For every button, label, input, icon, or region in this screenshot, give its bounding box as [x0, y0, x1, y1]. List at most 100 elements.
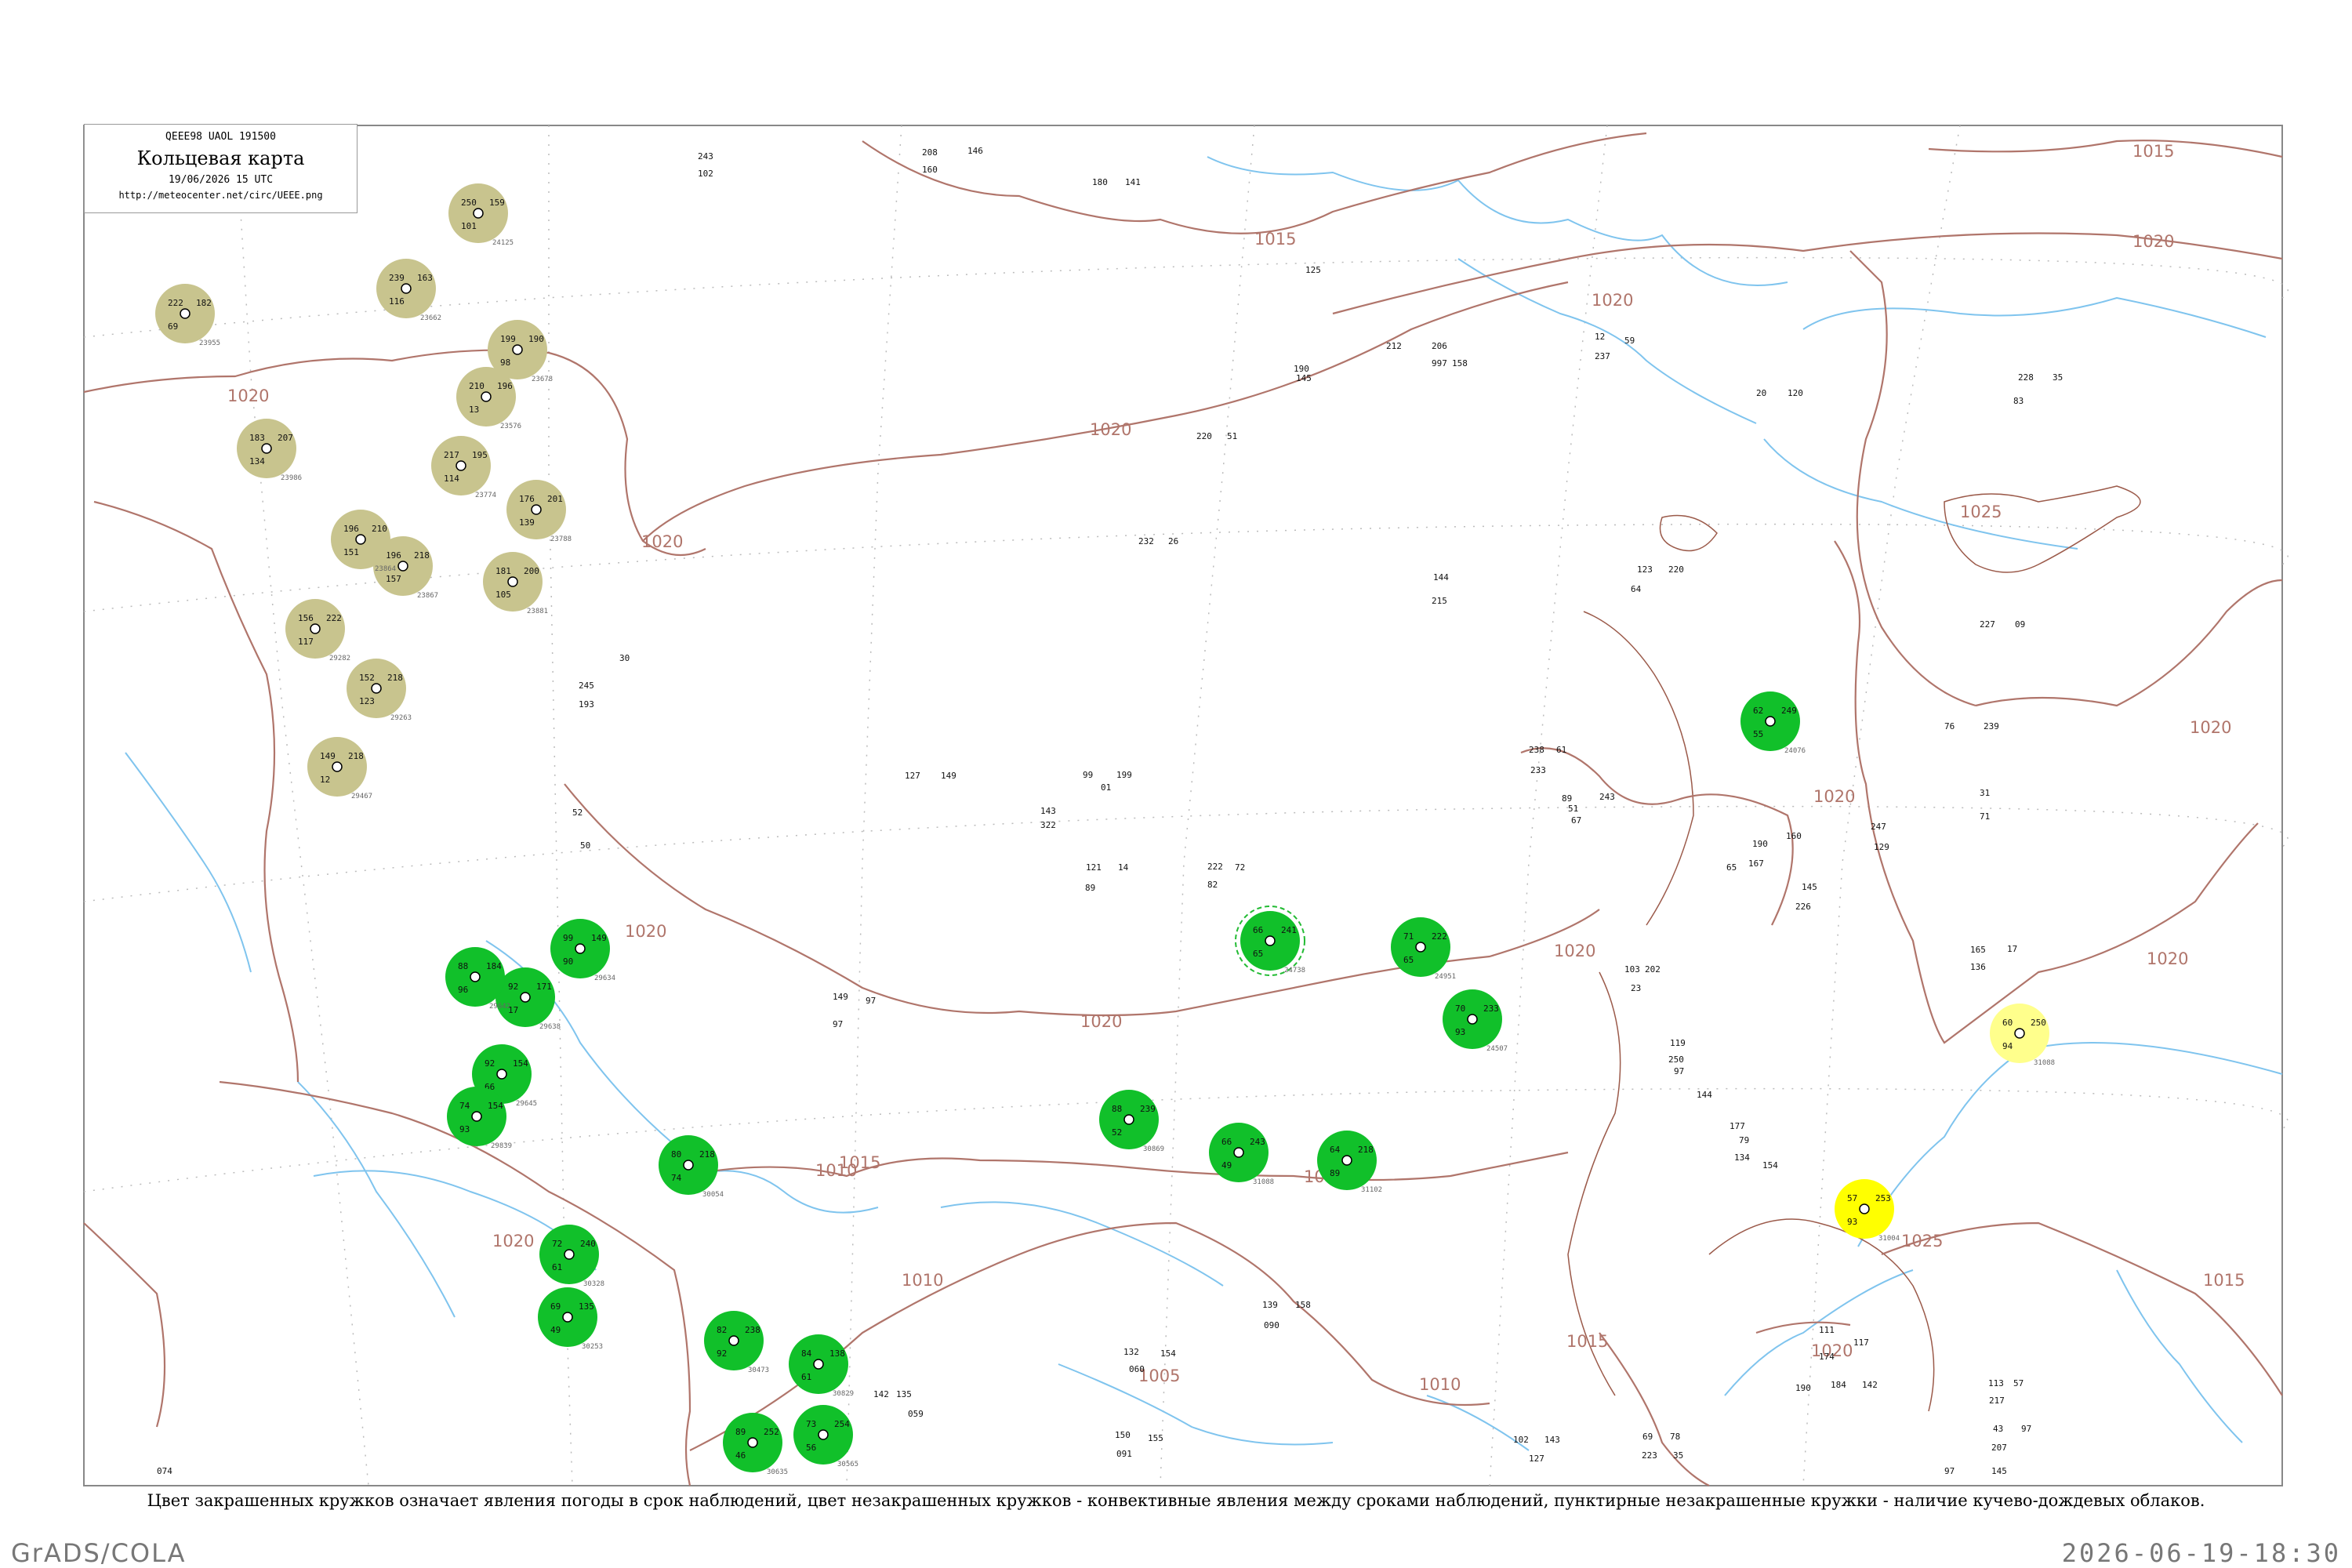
station-marker — [1467, 1014, 1478, 1025]
station-number: 145 — [1296, 373, 1312, 383]
station-number: 143 — [1544, 1435, 1560, 1445]
station-number: 123 — [1637, 564, 1653, 575]
station-number: 129 — [1874, 842, 1889, 852]
station-marker — [562, 1312, 573, 1323]
station-code: 29282 — [329, 655, 350, 662]
station-code: 31088 — [2034, 1059, 2055, 1067]
station-number: 119 — [1670, 1038, 1686, 1048]
isobar-label: 1010 — [902, 1271, 943, 1290]
station-marker — [481, 391, 492, 402]
isobar-label: 1020 — [2147, 949, 2188, 968]
station-value: 84 — [801, 1348, 812, 1359]
station-value: 92 — [717, 1348, 727, 1359]
station-marker — [520, 992, 531, 1003]
station-value: 218 — [1358, 1145, 1374, 1155]
rivers — [125, 156, 2283, 1451]
station-marker — [683, 1160, 694, 1171]
station-number: 69 — [1642, 1432, 1653, 1442]
station-value: 74 — [459, 1101, 470, 1111]
isobar-label: 1015 — [1566, 1332, 1608, 1351]
station-number: 31 — [1980, 788, 1990, 798]
station-value: 184 — [486, 961, 502, 971]
station-code: 29467 — [351, 793, 372, 800]
weather-map: 1015 1015 1020 1020 1020 1020 1020 1020 … — [83, 125, 2288, 1486]
station-marker — [355, 534, 366, 545]
station-number: 250 — [1668, 1054, 1684, 1065]
station-marker — [507, 576, 518, 587]
station-number: 232 — [1138, 536, 1154, 546]
station-number: 113 — [1988, 1378, 2004, 1388]
station-value: 139 — [519, 517, 535, 528]
station-marker — [180, 308, 191, 319]
source-url[interactable]: http://meteocenter.net/circ/UEEE.png — [85, 190, 357, 201]
station-code: 24507 — [1486, 1045, 1508, 1053]
stations-layer: 250 15910124125239 16311623662199 190982367… — [155, 183, 2055, 1476]
station-number: 97 — [2021, 1424, 2031, 1434]
map-datetime: 19/06/2026 15 UTC — [168, 174, 274, 186]
station-29638: 92 1711729638 — [495, 967, 561, 1031]
station-value: 90 — [563, 956, 573, 967]
station-marker — [728, 1335, 739, 1346]
station-value: 101 — [461, 221, 477, 231]
station-number: 247 — [1871, 822, 1886, 832]
station-number: 060 — [1129, 1364, 1145, 1374]
station-value: 163 — [417, 273, 433, 283]
station-value: 71 — [1403, 931, 1414, 942]
station-number: 146 — [967, 146, 983, 156]
station-value: 80 — [671, 1149, 681, 1160]
station-number: 20 — [1756, 388, 1766, 398]
station-value: 195 — [472, 450, 488, 460]
station-30328: 72 240 61 30328 — [539, 1225, 604, 1288]
station-code: 24951 — [1435, 973, 1456, 981]
station-code: 30253 — [582, 1343, 603, 1351]
station-value: 217 — [444, 450, 459, 460]
station-value: 157 — [386, 574, 401, 584]
station-number: 139 — [1262, 1300, 1278, 1310]
station-value: 218 — [348, 751, 364, 761]
station-value: 70 — [1455, 1004, 1465, 1014]
station-number: 78 — [1670, 1432, 1680, 1442]
station-number: 199 — [1116, 770, 1132, 780]
station-24951: 71 222 65 24951 — [1391, 917, 1456, 981]
station-value: 89 — [1330, 1168, 1340, 1178]
station-marker — [1765, 716, 1776, 727]
station-code: 23576 — [500, 423, 521, 430]
station-number: 145 — [1802, 882, 1817, 892]
station-value: 238 — [745, 1325, 760, 1335]
coastline — [1567, 485, 2141, 1412]
map-frame — [83, 125, 2283, 1486]
station-number: 83 — [2013, 396, 2024, 406]
station-code: 31088 — [1253, 1178, 1274, 1186]
station-marker — [456, 460, 466, 471]
station-code: 29263 — [390, 714, 412, 722]
station-value: 61 — [801, 1372, 811, 1382]
station-number: 35 — [2053, 372, 2063, 383]
station-code: 23955 — [199, 339, 220, 347]
station-number: 89 — [1085, 883, 1095, 893]
station-number: 177 — [1730, 1121, 1745, 1131]
station-31004: 57 253 93 31004 — [1835, 1179, 1900, 1243]
station-number: 51 — [1568, 804, 1578, 814]
station-value: 135 — [579, 1301, 594, 1312]
station-number: 215 — [1432, 596, 1447, 606]
station-value: 207 — [278, 433, 293, 443]
station-value: 154 — [513, 1058, 528, 1069]
station-number: 30 — [619, 653, 630, 663]
station-number: 174 — [1819, 1352, 1835, 1362]
station-value: 82 — [717, 1325, 727, 1335]
station-number: 134 — [1734, 1152, 1750, 1163]
station-number: 99 — [1083, 770, 1093, 780]
station-number: 57 — [2013, 1378, 2024, 1388]
station-23662: 239 163 116 23662 — [376, 259, 441, 322]
station-code: 31102 — [1361, 1186, 1382, 1194]
station-number: 65 — [1726, 862, 1737, 873]
station-number: 09 — [2015, 619, 2025, 630]
station-value: 49 — [1221, 1160, 1232, 1171]
station-marker — [1341, 1155, 1352, 1166]
station-number: 223 — [1642, 1450, 1657, 1461]
station-value: 66 — [1253, 925, 1263, 935]
station-number: 091 — [1116, 1449, 1132, 1459]
station-number: 102 — [698, 169, 713, 179]
isobar-label: 1010 — [1419, 1375, 1461, 1394]
station-number: 165 — [1970, 945, 1986, 955]
